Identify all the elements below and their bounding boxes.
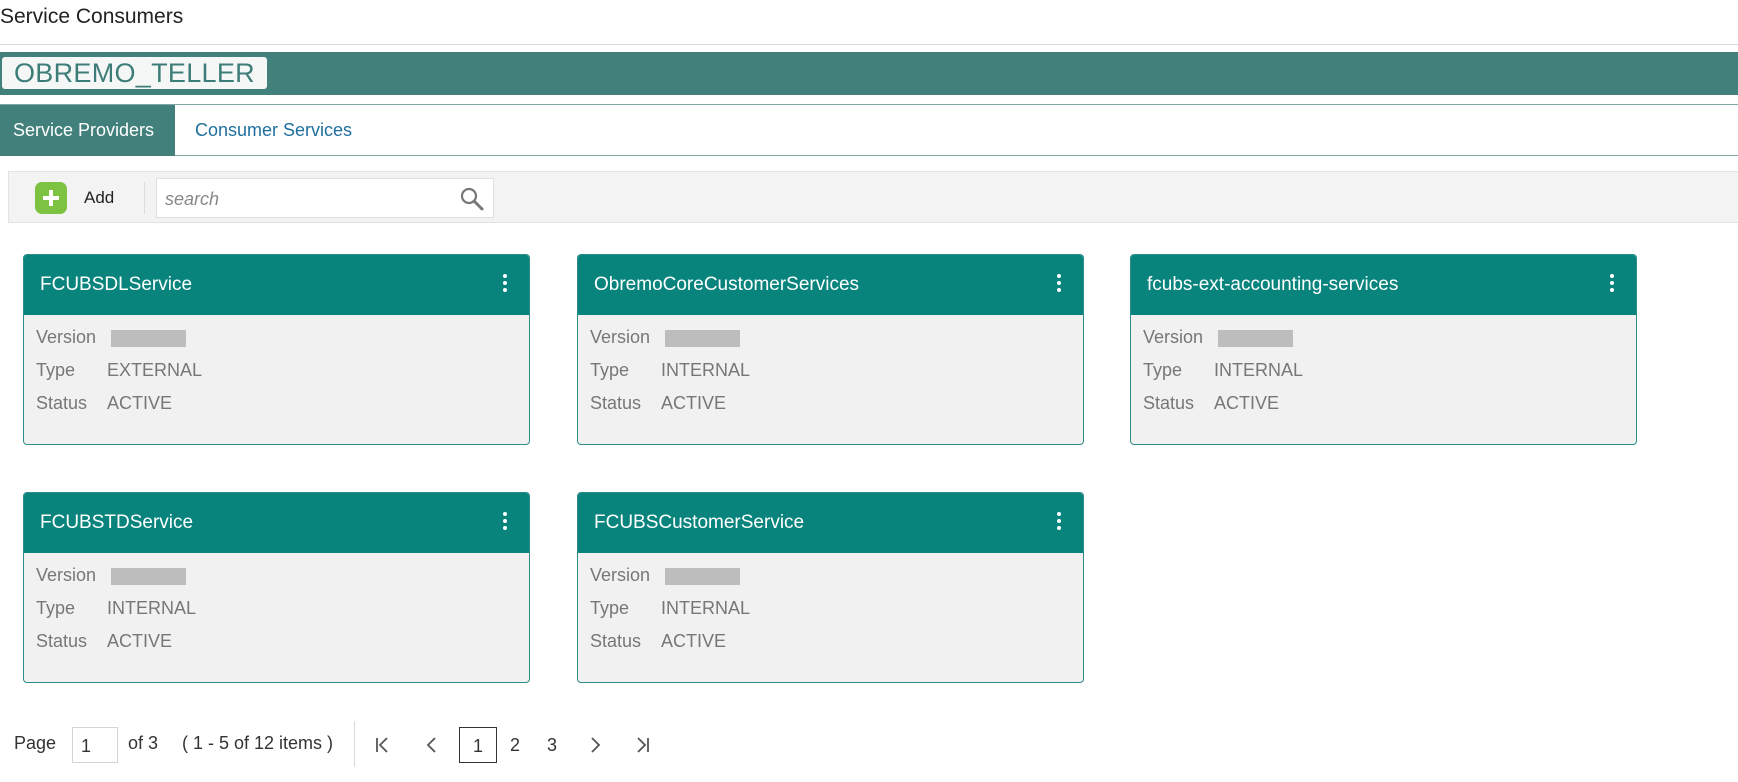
version-row: Version (36, 565, 529, 598)
status-value: ACTIVE (1214, 393, 1280, 413)
version-row: Version (1143, 327, 1636, 360)
service-card[interactable]: fcubs-ext-accounting-services Version Ty… (1130, 254, 1637, 445)
version-label: Version (590, 327, 651, 347)
service-card[interactable]: FCUBSDLService Version Type EXTERNAL Stat… (23, 254, 530, 445)
card-body: Version Type INTERNAL Status ACTIVE (578, 315, 1083, 426)
redacted-version (1218, 330, 1293, 347)
version-label: Version (36, 565, 97, 585)
type-row: Type EXTERNAL (36, 360, 529, 393)
card-body: Version Type EXTERNAL Status ACTIVE (24, 315, 529, 426)
page-button-1[interactable]: 1 (459, 727, 497, 763)
add-button[interactable]: Add (35, 181, 114, 215)
type-row: Type INTERNAL (1143, 360, 1636, 393)
card-body: Version Type INTERNAL Status ACTIVE (1131, 315, 1636, 426)
status-label: Status (590, 631, 642, 651)
version-row: Version (590, 565, 1083, 598)
redacted-version (665, 568, 740, 585)
status-row: Status ACTIVE (590, 631, 1083, 664)
tab-bar: Service Providers Consumer Services (0, 104, 1738, 156)
pagination-divider (354, 721, 355, 767)
add-label: Add (84, 188, 115, 207)
type-value: INTERNAL (661, 598, 751, 618)
search-box (156, 178, 494, 219)
next-page-icon[interactable] (585, 735, 605, 755)
redacted-version (111, 330, 186, 347)
tab-consumer-services[interactable]: Consumer Services (175, 105, 372, 156)
status-row: Status ACTIVE (36, 393, 529, 426)
version-label: Version (590, 565, 651, 585)
search-icon[interactable] (459, 186, 485, 212)
type-label: Type (590, 598, 630, 618)
status-value: ACTIVE (661, 393, 727, 413)
type-label: Type (590, 360, 630, 380)
last-page-icon[interactable] (633, 735, 653, 755)
status-value: ACTIVE (107, 393, 173, 413)
page-label: Page (14, 733, 57, 753)
card-header: fcubs-ext-accounting-services (1131, 255, 1636, 315)
consumer-name-label: OBREMO_TELLER (2, 57, 267, 89)
card-header: FCUBSTDService (24, 493, 529, 553)
more-options-icon[interactable] (1055, 512, 1063, 532)
type-row: Type INTERNAL (590, 360, 1083, 393)
status-label: Status (590, 393, 642, 413)
type-label: Type (1143, 360, 1183, 380)
status-label: Status (36, 631, 88, 651)
type-value: INTERNAL (1214, 360, 1304, 380)
more-options-icon[interactable] (1608, 274, 1616, 294)
type-row: Type INTERNAL (590, 598, 1083, 631)
type-label: Type (36, 360, 76, 380)
more-options-icon[interactable] (1055, 274, 1063, 294)
first-page-icon[interactable] (372, 735, 392, 755)
plus-icon (35, 182, 67, 214)
version-row: Version (36, 327, 529, 360)
page-button-3[interactable]: 3 (542, 727, 562, 763)
type-label: Type (36, 598, 76, 618)
toolbar-divider (144, 182, 145, 214)
toolbar: Add (8, 171, 1738, 223)
type-row: Type INTERNAL (36, 598, 529, 631)
page-count: of 3 (128, 733, 159, 753)
version-label: Version (36, 327, 97, 347)
tab-service-providers[interactable]: Service Providers (0, 105, 175, 156)
card-title: FCUBSDLService (40, 274, 193, 295)
status-row: Status ACTIVE (36, 631, 529, 664)
status-value: ACTIVE (107, 631, 173, 651)
status-row: Status ACTIVE (1143, 393, 1636, 426)
search-input[interactable] (157, 179, 457, 219)
type-value: EXTERNAL (107, 360, 203, 380)
card-title: fcubs-ext-accounting-services (1147, 274, 1399, 295)
consumer-banner: OBREMO_TELLER (0, 52, 1738, 95)
card-header: FCUBSCustomerService (578, 493, 1083, 553)
pagination: Page 1 of 3 ( 1 - 5 of 12 items ) 1 2 3 (0, 721, 700, 767)
service-card[interactable]: FCUBSCustomerService Version Type INTERNA… (577, 492, 1084, 683)
type-value: INTERNAL (107, 598, 197, 618)
redacted-version (665, 330, 740, 347)
service-card[interactable]: FCUBSTDService Version Type INTERNAL Stat… (23, 492, 530, 683)
status-value: ACTIVE (661, 631, 727, 651)
page-number-input[interactable]: 1 (72, 727, 118, 763)
card-title: FCUBSCustomerService (594, 512, 805, 533)
status-row: Status ACTIVE (590, 393, 1083, 426)
status-label: Status (1143, 393, 1195, 413)
page-title: Service Consumers (0, 5, 184, 28)
card-header: ObremoCoreCustomerServices (578, 255, 1083, 315)
card-header: FCUBSDLService (24, 255, 529, 315)
card-title: ObremoCoreCustomerServices (594, 274, 860, 295)
card-title: FCUBSTDService (40, 512, 194, 533)
type-value: INTERNAL (661, 360, 751, 380)
version-label: Version (1143, 327, 1204, 347)
title-divider (0, 44, 1738, 45)
version-row: Version (590, 327, 1083, 360)
card-body: Version Type INTERNAL Status ACTIVE (24, 553, 529, 664)
card-body: Version Type INTERNAL Status ACTIVE (578, 553, 1083, 664)
more-options-icon[interactable] (501, 274, 509, 294)
status-label: Status (36, 393, 88, 413)
redacted-version (111, 568, 186, 585)
page-button-2[interactable]: 2 (505, 727, 525, 763)
items-summary: ( 1 - 5 of 12 items ) (182, 733, 334, 753)
service-card[interactable]: ObremoCoreCustomerServices Version Type I… (577, 254, 1084, 445)
more-options-icon[interactable] (501, 512, 509, 532)
previous-page-icon[interactable] (422, 735, 442, 755)
